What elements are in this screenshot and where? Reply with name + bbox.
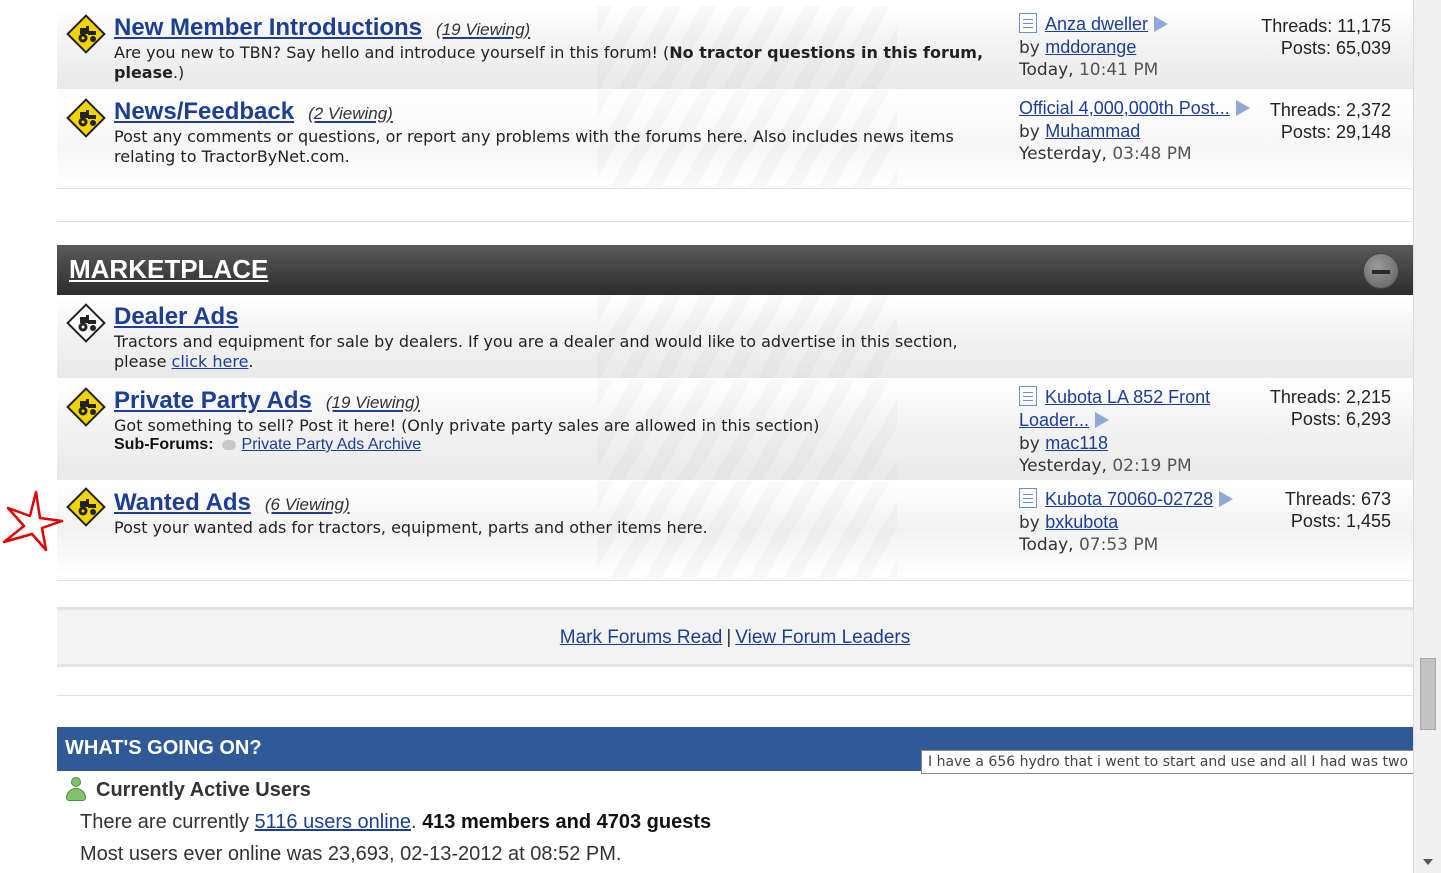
last-post-info: Anza dweller by mddorange Today, 10:41 P… [1019,13,1259,81]
last-post-title-link-cont[interactable]: Loader... [1019,410,1089,430]
forum-row-news-feedback: News/Feedback (2 Viewing) Post any commen… [57,90,1413,189]
last-post-user-link[interactable]: mac118 [1045,433,1108,453]
forum-title-link[interactable]: Dealer Ads [114,303,239,331]
document-icon[interactable] [1019,13,1037,33]
red-star-annotation [2,490,64,552]
forum-description: Post your wanted ads for tractors, equip… [114,518,708,537]
tractor-sign-icon [66,14,106,54]
threads-count: Threads: 11,175 [1261,16,1391,36]
posts-count: Posts: 6,293 [1290,409,1391,429]
forum-actions-bar: Mark Forums Read | View Forum Leaders [57,607,1413,667]
subforums-list: Sub-Forums: Private Party Ads Archive [114,436,421,454]
active-users-heading: Currently Active Users [66,777,311,802]
viewing-count: (19 Viewing) [436,20,531,39]
forum-stats: Threads: 11,175 Posts: 65,039 [1261,15,1391,59]
forum-row-new-member-introductions: New Member Introductions (19 Viewing) Are… [57,6,1413,90]
document-icon[interactable] [1019,488,1037,508]
members-guests-count: 413 members and 4703 guests [422,811,712,833]
forum-title-link[interactable]: News/Feedback (2 Viewing) [114,98,393,126]
mark-forums-read-link[interactable]: Mark Forums Read [560,627,723,648]
last-post-info: Official 4,000,000th Post... by Muhammad… [1019,97,1259,165]
forum-row-dealer-ads: Dealer Ads Tractors and equipment for sa… [57,295,1413,379]
subforums-label: Sub-Forums: [114,436,214,453]
view-forum-leaders-link[interactable]: View Forum Leaders [735,627,910,648]
posts-count: Posts: 29,148 [1280,122,1391,142]
go-arrow-icon[interactable] [1095,412,1110,428]
category-title-link[interactable]: MARKETPLACE [69,254,268,285]
scrollbar-thumb[interactable] [1420,658,1436,730]
go-arrow-icon[interactable] [1219,491,1234,507]
last-post-user-link[interactable]: Muhammad [1045,121,1140,141]
threads-count: Threads: 2,372 [1269,100,1391,120]
forum-stats: Threads: 2,215 Posts: 6,293 [1270,386,1391,430]
viewing-count: (2 Viewing) [308,104,393,123]
last-post-user-link[interactable]: mddorange [1045,37,1136,57]
document-icon[interactable] [1019,386,1037,406]
threads-count: Threads: 2,215 [1269,387,1391,407]
collapse-minus-icon[interactable] [1363,253,1399,289]
section-spacer [57,188,1413,222]
tractor-sign-icon [66,387,106,427]
click-here-link[interactable]: click here [172,352,249,371]
forum-description: Tractors and equipment for sale by deale… [114,332,958,371]
forum-title-link[interactable]: New Member Introductions (19 Viewing) [114,14,530,42]
last-post-title-link[interactable]: Official 4,000,000th Post... [1019,98,1230,118]
posts-count: Posts: 65,039 [1280,38,1391,58]
users-online-link[interactable]: 5116 users online [255,811,411,833]
last-post-title-link[interactable]: Anza dweller [1045,14,1148,34]
section-spacer [57,580,1413,607]
forum-description: Are you new to TBN? Say hello and introd… [114,43,984,82]
last-post-info: Kubota 70060-02728 by bxkubota Today, 07… [1019,488,1259,556]
last-post-user-link[interactable]: bxkubota [1045,512,1118,532]
viewing-count: (19 Viewing) [325,393,421,412]
last-post-title-link[interactable]: Kubota 70060-02728 [1045,489,1213,509]
go-arrow-icon[interactable] [1154,16,1169,32]
forum-row-wanted-ads: Wanted Ads (6 Viewing) Post your wanted a… [57,481,1413,580]
posts-count: Posts: 1,455 [1290,511,1391,531]
category-header-marketplace: MARKETPLACE [57,245,1413,295]
forum-title-link[interactable]: Wanted Ads (6 Viewing) [114,489,350,517]
tooltip-preview: I have a 656 hydro that i went to start … [921,750,1441,774]
tractor-sign-icon [66,303,106,343]
scroll-down-arrow-icon[interactable] [1423,859,1433,865]
forum-description: Post any comments or questions, or repor… [114,127,954,166]
most-users-ever: Most users ever online was 23,693, 02-13… [80,843,622,865]
tractor-sign-icon [66,487,106,527]
user-icon [66,777,86,801]
link-separator: | [726,627,732,648]
threads-count: Threads: 673 [1284,489,1391,509]
viewing-count: (6 Viewing) [264,495,350,514]
subforum-link[interactable]: Private Party Ads Archive [242,436,422,453]
forum-row-private-party-ads: Private Party Ads (19 Viewing) Got someth… [57,379,1413,481]
go-arrow-icon[interactable] [1235,100,1250,116]
last-post-title-link[interactable]: Kubota LA 852 Front [1045,387,1210,407]
section-spacer [57,667,1413,696]
vertical-scrollbar[interactable] [1413,0,1441,873]
forum-stats: Threads: 673 Posts: 1,455 [1285,488,1391,532]
forum-stats: Threads: 2,372 Posts: 29,148 [1270,99,1391,143]
speech-bubble-icon [221,439,236,450]
forum-description: Got something to sell? Post it here! (On… [114,416,820,435]
tractor-sign-icon [66,98,106,138]
forum-title-link[interactable]: Private Party Ads (19 Viewing) [114,387,420,415]
last-post-info: Kubota LA 852 Front Loader... by mac118 … [1019,386,1211,476]
online-users-line: There are currently 5116 users online. 4… [80,811,712,833]
whats-going-on-title: WHAT'S GOING ON? [65,737,262,759]
